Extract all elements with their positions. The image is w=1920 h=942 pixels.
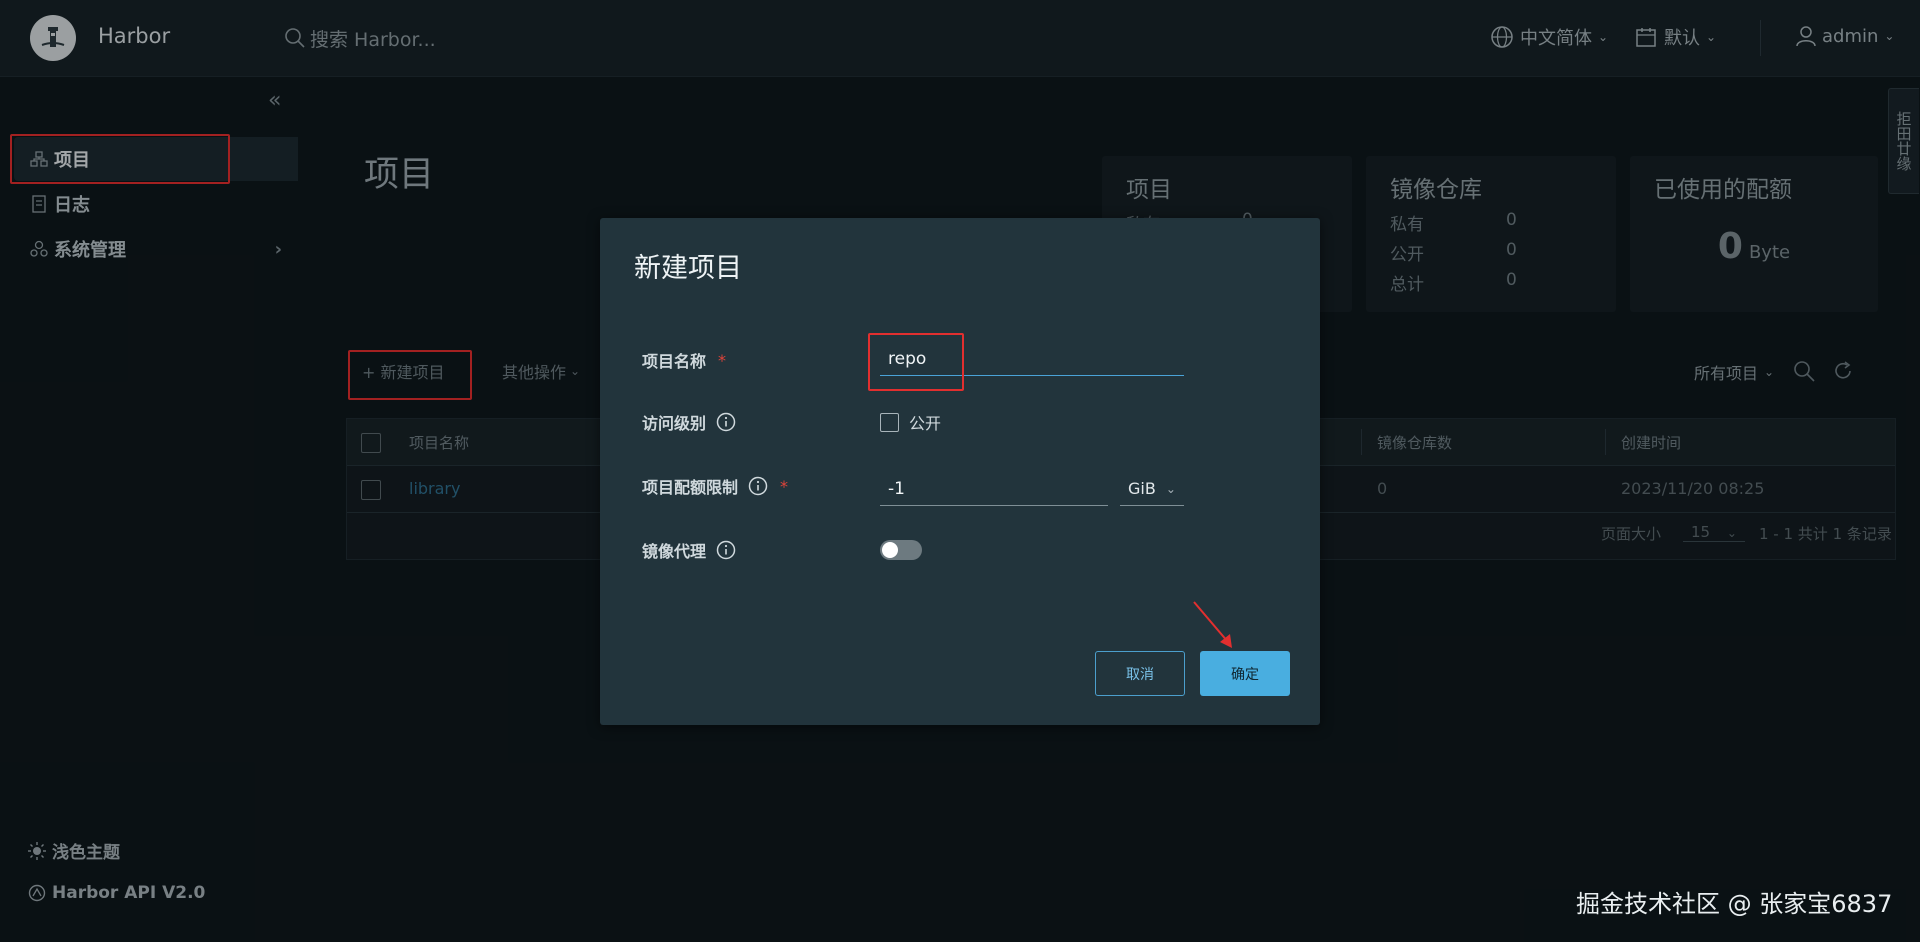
annotation-box-name-input [868,333,964,391]
proxy-cache-label: 镜像代理 [642,538,736,562]
quota-limit-label-text: 项目配额限制 [642,478,739,497]
public-checkbox[interactable]: 公开 [880,410,941,434]
required-mark: * [780,476,789,496]
info-icon[interactable] [716,412,736,432]
toggle-knob [882,542,898,558]
modal-title: 新建项目 [634,253,742,284]
info-icon[interactable] [716,540,736,560]
access-level-label-text: 访问级别 [642,414,707,433]
chevron-down-icon: ⌄ [1165,481,1176,496]
quota-unit-select[interactable]: GiB ⌄ [1120,472,1184,506]
quota-limit-input[interactable] [880,472,1108,506]
cancel-button[interactable]: 取消 [1095,651,1185,696]
watermark-text: 掘金技术社区 @ 张家宝6837 [1576,890,1893,918]
project-name-label: 项目名称 * [642,348,726,372]
required-mark: * [718,350,727,370]
public-label: 公开 [909,414,942,433]
proxy-cache-toggle[interactable] [880,540,922,560]
annotation-arrow [1193,601,1232,648]
info-icon[interactable] [748,476,768,496]
proxy-cache-label-text: 镜像代理 [642,542,707,561]
checkbox-box[interactable] [880,412,899,432]
quota-unit-value: GiB [1128,479,1156,498]
access-level-label: 访问级别 [642,410,736,434]
confirm-button[interactable]: 确定 [1200,651,1290,696]
quota-limit-label: 项目配额限制 * [642,474,788,498]
project-name-label-text: 项目名称 [642,352,707,371]
